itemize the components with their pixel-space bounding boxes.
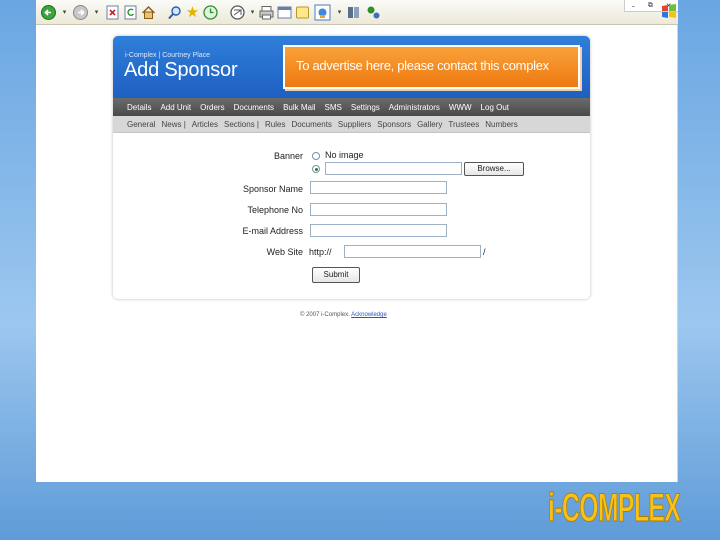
website-label: Web Site	[266, 247, 303, 257]
acknowledge-link[interactable]: Acknowledge	[351, 312, 387, 318]
copyright-text: © 2007 i-Complex.	[300, 312, 350, 318]
browser-toolbar: ▾ ▾ ★ ▾ ▾ – ⧉ ✕	[36, 0, 678, 25]
subnav-item-articles[interactable]: Articles	[192, 120, 218, 129]
back-icon[interactable]	[40, 4, 57, 21]
nav-item-administrators[interactable]: Administrators	[389, 103, 440, 112]
browser-window: ▾ ▾ ★ ▾ ▾ – ⧉ ✕ i-Complex | Courtney Pla…	[36, 0, 678, 482]
banner-file-input[interactable]	[325, 162, 462, 175]
subnav-item-documents[interactable]: Documents	[291, 120, 331, 129]
discuss-icon[interactable]	[294, 4, 311, 21]
nav-item-details[interactable]: Details	[127, 103, 151, 112]
refresh-icon[interactable]	[122, 4, 139, 21]
subnav-item-sponsors[interactable]: Sponsors	[377, 120, 411, 129]
forward-dropdown-icon[interactable]: ▾	[88, 4, 105, 21]
banner-no-image-radio[interactable]	[312, 152, 320, 160]
primary-nav: Details Add Unit Orders Documents Bulk M…	[113, 98, 590, 116]
brand-logo: i-COMPLEX	[548, 486, 681, 530]
nav-item-log-out[interactable]: Log Out	[481, 103, 509, 112]
website-input[interactable]	[344, 245, 481, 258]
subnav-item-rules[interactable]: Rules	[265, 120, 285, 129]
print-icon[interactable]	[258, 4, 275, 21]
restore-icon[interactable]: ⧉	[648, 1, 653, 10]
subnav-item-general[interactable]: General	[127, 120, 155, 129]
telephone-label: Telephone No	[247, 205, 303, 215]
email-input[interactable]	[310, 224, 447, 237]
minimize-icon[interactable]: –	[631, 2, 635, 10]
nav-item-documents[interactable]: Documents	[234, 103, 274, 112]
nav-item-settings[interactable]: Settings	[351, 103, 380, 112]
nav-item-add-unit[interactable]: Add Unit	[160, 103, 191, 112]
email-label: E-mail Address	[242, 226, 303, 236]
website-suffix: /	[483, 247, 486, 257]
submit-button[interactable]: Submit	[312, 267, 360, 283]
subnav-item-sections[interactable]: Sections |	[224, 120, 259, 129]
page-title: Add Sponsor	[124, 59, 238, 81]
footer: © 2007 i-Complex. Acknowledge	[300, 312, 387, 318]
edit-icon[interactable]	[276, 4, 293, 21]
org-name: i-Complex | Courtney Place	[125, 52, 211, 59]
home-icon[interactable]	[140, 4, 157, 21]
telephone-input[interactable]	[310, 203, 447, 216]
website-prefix: http://	[309, 247, 332, 257]
nav-item-orders[interactable]: Orders	[200, 103, 224, 112]
subnav-item-trustees[interactable]: Trustees	[448, 120, 479, 129]
browse-button[interactable]: Browse...	[464, 162, 524, 176]
page-header: i-Complex | Courtney Place Add Sponsor T…	[113, 36, 590, 98]
banner-no-image-label: No image	[325, 150, 364, 160]
subnav-item-news[interactable]: News |	[161, 120, 185, 129]
subnav-item-suppliers[interactable]: Suppliers	[338, 120, 371, 129]
windows-logo-icon	[661, 3, 679, 19]
sponsor-name-input[interactable]	[310, 181, 447, 194]
secondary-nav: General News | Articles Sections | Rules…	[113, 116, 590, 133]
search-icon[interactable]	[166, 4, 183, 21]
banner-label: Banner	[273, 151, 303, 161]
subnav-item-gallery[interactable]: Gallery	[417, 120, 442, 129]
forward-icon[interactable]	[72, 4, 89, 21]
nav-item-bulk-mail[interactable]: Bulk Mail	[283, 103, 315, 112]
tools-icon[interactable]	[365, 4, 382, 21]
research-icon[interactable]	[314, 4, 331, 21]
messenger-icon[interactable]	[345, 4, 362, 21]
advertise-banner[interactable]: To advertise here, please contact this c…	[283, 45, 580, 89]
nav-item-sms[interactable]: SMS	[325, 103, 342, 112]
subnav-item-numbers[interactable]: Numbers	[485, 120, 517, 129]
admin-card: i-Complex | Courtney Place Add Sponsor T…	[113, 36, 590, 299]
nav-item-www[interactable]: WWW	[449, 103, 472, 112]
favorites-icon[interactable]: ★	[184, 4, 201, 21]
banner-upload-radio[interactable]	[312, 165, 320, 173]
back-dropdown-icon[interactable]: ▾	[56, 4, 73, 21]
history-icon[interactable]	[202, 4, 219, 21]
stop-icon[interactable]	[104, 4, 121, 21]
sponsor-name-label: Sponsor Name	[242, 184, 303, 194]
